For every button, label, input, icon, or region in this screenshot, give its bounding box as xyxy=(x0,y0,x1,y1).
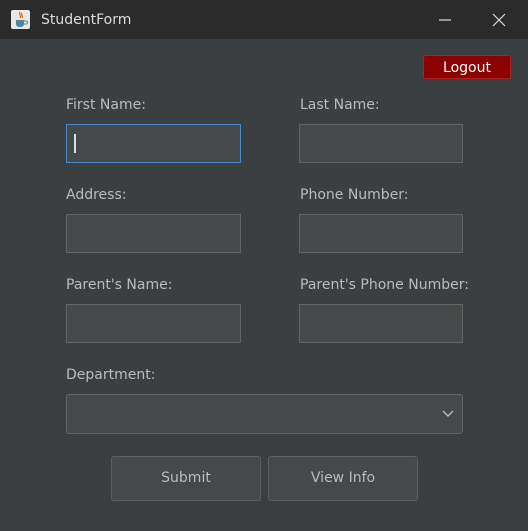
parent-phone-field[interactable] xyxy=(299,304,463,343)
window-title: StudentForm xyxy=(41,12,132,28)
minimize-button[interactable] xyxy=(422,0,468,39)
parent-phone-label: Parent's Phone Number: xyxy=(300,277,469,293)
view-info-button[interactable]: View Info xyxy=(268,456,418,501)
chevron-down-icon xyxy=(442,410,454,417)
address-label: Address: xyxy=(66,187,127,203)
department-dropdown[interactable] xyxy=(66,394,463,434)
java-cup-icon xyxy=(11,10,30,29)
logout-button[interactable]: Logout xyxy=(423,55,511,79)
last-name-label: Last Name: xyxy=(300,97,380,113)
first-name-label: First Name: xyxy=(66,97,146,113)
phone-number-field[interactable] xyxy=(299,214,463,253)
text-caret xyxy=(74,134,76,153)
last-name-field[interactable] xyxy=(299,124,463,163)
close-button[interactable] xyxy=(476,0,522,39)
first-name-field[interactable] xyxy=(66,124,241,163)
parent-name-field[interactable] xyxy=(66,304,241,343)
address-field[interactable] xyxy=(66,214,241,253)
minimize-icon xyxy=(439,19,451,21)
close-icon xyxy=(492,13,506,27)
phone-number-label: Phone Number: xyxy=(300,187,409,203)
department-label: Department: xyxy=(66,367,156,383)
parent-name-label: Parent's Name: xyxy=(66,277,173,293)
title-bar: StudentForm xyxy=(0,0,528,39)
submit-button[interactable]: Submit xyxy=(111,456,261,501)
